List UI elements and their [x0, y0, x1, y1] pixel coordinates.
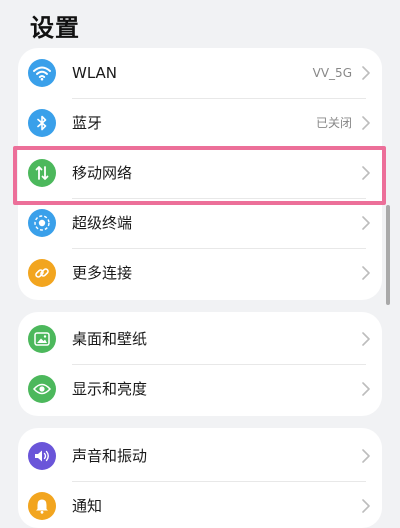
chevron-right-icon: [362, 266, 370, 280]
settings-item-label: 更多连接: [72, 264, 133, 282]
wifi-icon: [28, 59, 56, 87]
settings-item-label: 蓝牙: [72, 114, 103, 132]
settings-item-desktop-wallpaper[interactable]: 桌面和壁纸: [18, 314, 382, 364]
settings-item-label: 显示和亮度: [72, 380, 148, 398]
settings-item-more-connections[interactable]: 更多连接: [18, 248, 382, 298]
settings-item-label: 通知: [72, 497, 103, 515]
settings-item-label: 移动网络: [72, 164, 133, 182]
wallpaper-icon: [28, 325, 56, 353]
settings-item-super-device[interactable]: 超级终端: [18, 198, 382, 248]
settings-item-label: 桌面和壁纸: [72, 330, 148, 348]
settings-item-value: VV_5G: [312, 66, 352, 80]
settings-group-sound: 声音和振动 通知: [18, 428, 382, 528]
chevron-right-icon: [362, 499, 370, 513]
settings-item-notification[interactable]: 通知: [18, 481, 382, 528]
chevron-right-icon: [362, 166, 370, 180]
settings-item-label: 超级终端: [72, 214, 133, 232]
page-title: 设置: [30, 14, 80, 42]
chevron-right-icon: [362, 216, 370, 230]
settings-group-display: 桌面和壁纸 显示和亮度: [18, 312, 382, 416]
mobile-data-icon: [28, 159, 56, 187]
settings-item-label: WLAN: [72, 64, 118, 82]
settings-item-sound-vibration[interactable]: 声音和振动: [18, 431, 382, 481]
chevron-right-icon: [362, 332, 370, 346]
settings-item-wlan[interactable]: WLAN VV_5G: [18, 48, 382, 98]
bell-icon: [28, 492, 56, 520]
settings-item-mobile-network[interactable]: 移动网络: [18, 148, 382, 198]
bluetooth-icon: [28, 109, 56, 137]
settings-item-value: 已关闭: [315, 116, 352, 130]
settings-group-connectivity: WLAN VV_5G 蓝牙 已关闭 移动网络 超级终端 更多连接: [18, 48, 382, 300]
settings-item-display-brightness[interactable]: 显示和亮度: [18, 364, 382, 414]
eye-icon: [28, 375, 56, 403]
super-device-icon: [28, 209, 56, 237]
scrollbar[interactable]: [386, 205, 390, 305]
chevron-right-icon: [362, 66, 370, 80]
settings-item-bluetooth[interactable]: 蓝牙 已关闭: [18, 98, 382, 148]
link-icon: [28, 259, 56, 287]
settings-item-label: 声音和振动: [72, 447, 148, 465]
chevron-right-icon: [362, 382, 370, 396]
chevron-right-icon: [362, 116, 370, 130]
speaker-icon: [28, 442, 56, 470]
chevron-right-icon: [362, 449, 370, 463]
